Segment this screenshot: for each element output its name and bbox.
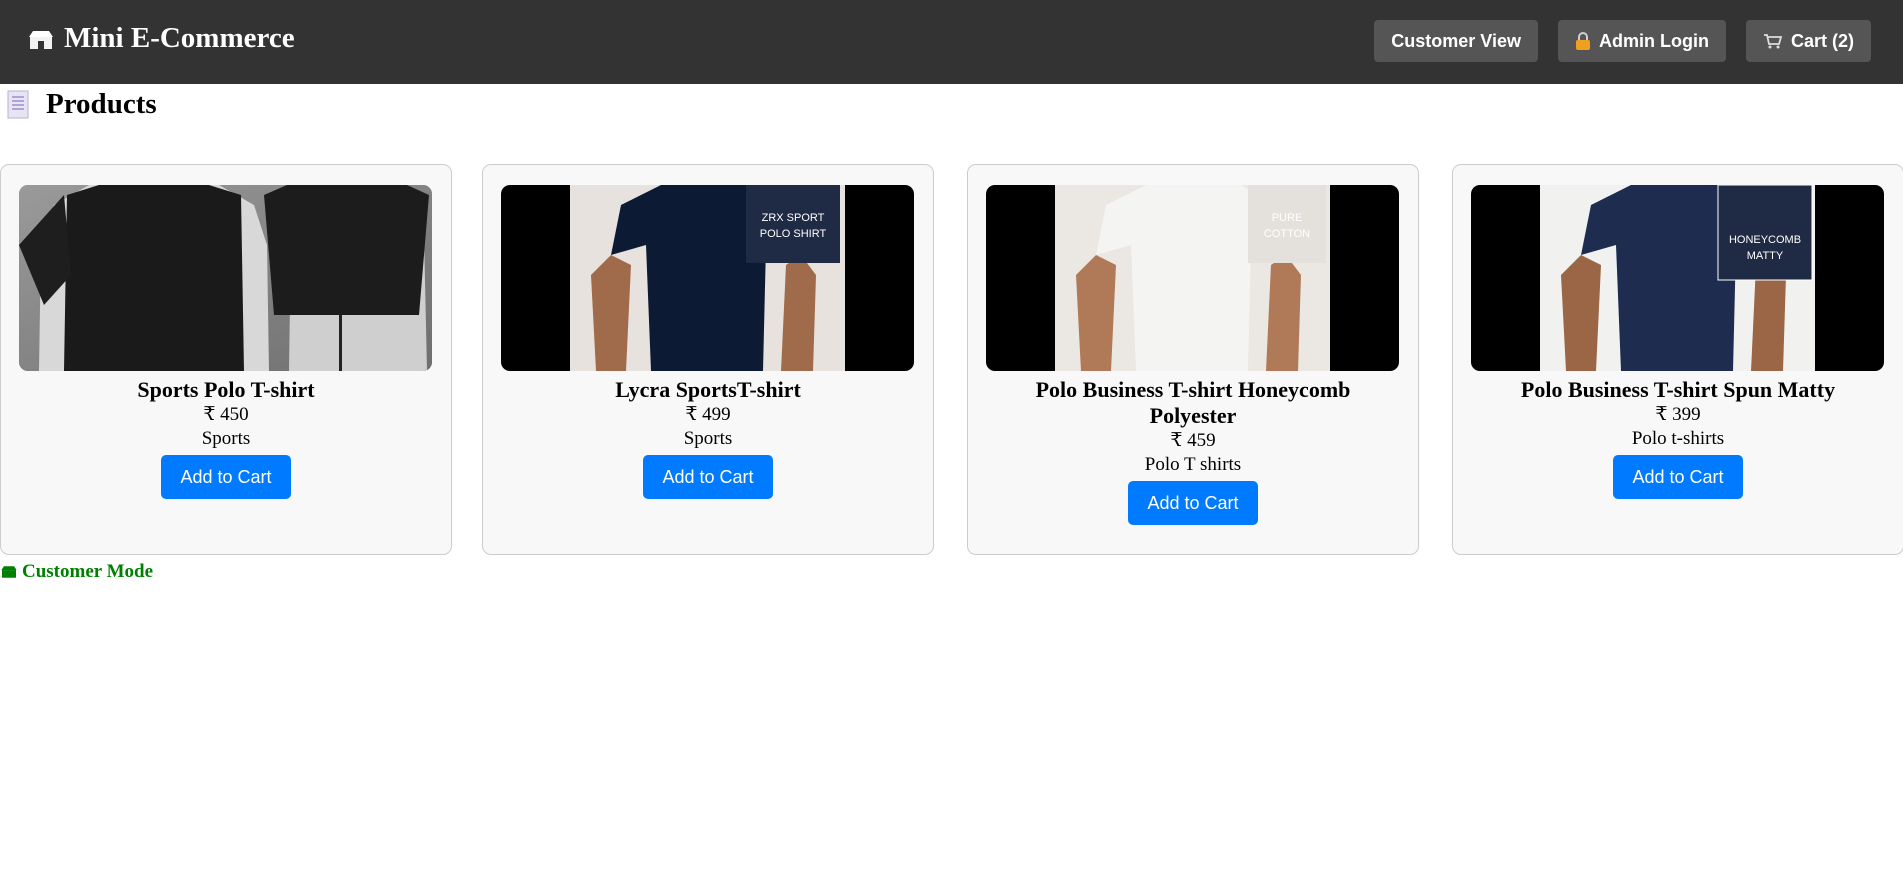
product-price: ₹ 399 [1655, 404, 1701, 425]
product-category: Polo T shirts [1144, 454, 1242, 475]
cart-icon [1763, 33, 1783, 49]
product-name: Polo Business T-shirt Spun Matty [1520, 377, 1836, 402]
add-to-cart-button[interactable]: Add to Cart [1613, 455, 1743, 499]
product-image: HONEYCOMB MATTY [1471, 185, 1884, 371]
add-to-cart-button[interactable]: Add to Cart [643, 455, 773, 499]
cart-label: Cart (2) [1790, 30, 1854, 51]
section-title: Products [46, 88, 157, 120]
brand: Mini E-Commerce [28, 22, 295, 55]
image-label: HONEYCOMB [1729, 234, 1801, 246]
customer-view-label: Customer View [1391, 30, 1521, 51]
image-label: PURE [1272, 212, 1303, 224]
products-heading: Products [0, 88, 157, 121]
product-name: Sports Polo T-shirt [137, 377, 315, 402]
image-label: POLO SHIRT [760, 228, 827, 240]
top-navbar: Mini E-Commerce Customer View Admin Logi… [0, 0, 1903, 84]
customer-view-button[interactable]: Customer View [1374, 20, 1538, 62]
product-card: ZRX SPORT POLO SHIRT Lycra SportsT-shirt… [482, 164, 934, 555]
add-to-cart-button[interactable]: Add to Cart [1128, 481, 1258, 525]
add-to-cart-button[interactable]: Add to Cart [161, 455, 291, 499]
product-image: PURE COTTON [986, 185, 1399, 371]
product-price: ₹ 450 [203, 404, 249, 425]
store-icon [28, 29, 54, 49]
header-nav: Customer View Admin Login Cart (2) [1374, 20, 1871, 62]
product-name: Lycra SportsT-shirt [615, 377, 801, 402]
product-card: PURE COTTON Polo Business T-shirt Honeyc… [967, 164, 1419, 555]
product-card: Sports Polo T-shirt ₹ 450 Sports Add to … [0, 164, 452, 555]
image-label: MATTY [1747, 250, 1784, 262]
image-label: COTTON [1264, 228, 1310, 240]
product-category: Sports [683, 428, 733, 449]
product-category: Polo t-shirts [1631, 428, 1725, 449]
lock-icon [1575, 32, 1591, 50]
document-icon [4, 89, 34, 121]
product-category: Sports [201, 428, 251, 449]
product-grid: Sports Polo T-shirt ₹ 450 Sports Add to … [0, 164, 1903, 557]
product-price: ₹ 499 [685, 404, 731, 425]
product-image [19, 185, 432, 371]
mode-indicator: Customer Mode [0, 561, 153, 583]
product-price: ₹ 459 [1170, 430, 1216, 451]
admin-login-label: Admin Login [1599, 30, 1709, 51]
mode-label: Customer Mode [22, 561, 154, 582]
cart-button[interactable]: Cart (2) [1745, 20, 1871, 62]
store-icon [0, 565, 18, 579]
product-image: ZRX SPORT POLO SHIRT [501, 185, 914, 371]
app-title: Mini E-Commerce [64, 22, 295, 54]
product-card: HONEYCOMB MATTY Polo Business T-shirt Sp… [1452, 164, 1903, 555]
product-name: Polo Business T-shirt Honeycomb Polyeste… [1035, 377, 1351, 428]
image-label: ZRX SPORT [762, 212, 825, 224]
admin-login-button[interactable]: Admin Login [1558, 20, 1726, 62]
